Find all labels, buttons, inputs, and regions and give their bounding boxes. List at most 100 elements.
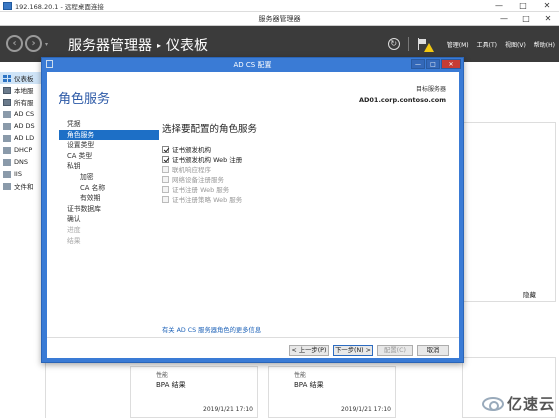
rdp-titlebar: 192.168.20.1 - 远程桌面连接 — □ ✕ xyxy=(0,0,559,12)
role-cert-enrollment-web-service: 证书注册 Web 服务 xyxy=(162,184,242,194)
dialog-titlebar[interactable]: AD CS 配置 — □ ✕ xyxy=(42,58,463,71)
dialog-close-button[interactable]: ✕ xyxy=(441,59,461,69)
adcs-config-dialog: AD CS 配置 — □ ✕ 角色服务 目标服务器 AD01.corp.cont… xyxy=(41,57,464,363)
step-role-services[interactable]: 角色服务 xyxy=(59,129,159,141)
remote-desktop-icon xyxy=(3,1,12,10)
sidebar-item-label: DNS xyxy=(14,158,28,166)
notifications-flag-icon[interactable] xyxy=(417,38,434,52)
target-server: 目标服务器 AD01.corp.contoso.com xyxy=(359,84,446,104)
role-icon xyxy=(3,110,11,118)
checkbox-checked-icon[interactable] xyxy=(162,145,169,153)
step-progress: 进度 xyxy=(67,225,81,234)
back-button[interactable]: ‹ xyxy=(6,35,23,52)
rdp-restore-button[interactable]: □ xyxy=(511,0,535,12)
sidebar-item-dns[interactable]: DNS xyxy=(0,156,45,168)
step-ca-type[interactable]: CA 类型 xyxy=(59,151,159,162)
dialog-window-controls: — □ ✕ xyxy=(411,59,461,69)
sidebar-item-iis[interactable]: IIS xyxy=(0,168,45,180)
role-online-responder: 联机响应程序 xyxy=(162,164,242,174)
dashboard-right-area: 隐藏 xyxy=(462,62,559,418)
role-label: 网络设备注册服务 xyxy=(172,176,224,184)
role-icon xyxy=(3,158,11,166)
watermark-text: 亿速云 xyxy=(506,395,555,413)
sidebar-item-label: 文件和 xyxy=(14,183,34,191)
step-validity-period[interactable]: 有效期 xyxy=(59,193,159,204)
tile-timestamp: 2019/1/21 17:10 xyxy=(203,406,253,413)
rdp-close-button[interactable]: ✕ xyxy=(535,0,559,12)
sm-maximize-button[interactable]: □ xyxy=(515,12,537,26)
previous-button[interactable]: < 上一步(P) xyxy=(289,345,329,356)
next-button[interactable]: 下一步(N) > xyxy=(333,345,373,356)
sidebar-item-ad-ds[interactable]: AD DS xyxy=(0,120,45,132)
role-label: 证书颁发机构 Web 注册 xyxy=(172,156,243,164)
sidebar-item-dashboard[interactable]: 仪表板 xyxy=(0,72,45,84)
sidebar-item-ad-cs[interactable]: AD CS xyxy=(0,108,45,120)
step-results: 结果 xyxy=(67,236,81,245)
step-credentials[interactable]: 凭据 xyxy=(59,119,159,130)
sidebar-item-label: 本地服 xyxy=(14,87,34,95)
step-certificate-database[interactable]: 证书数据库 xyxy=(59,204,159,215)
dialog-body: 角色服务 目标服务器 AD01.corp.contoso.com 凭据 角色服务… xyxy=(47,72,459,358)
yisu-logo-icon xyxy=(481,396,504,411)
hide-link[interactable]: 隐藏 xyxy=(523,289,536,299)
server-manager-window-controls: — □ ✕ xyxy=(493,12,559,26)
step-cryptography[interactable]: 加密 xyxy=(59,172,159,183)
sidebar: 仪表板 本地服 所有服 AD CS AD DS AD LD DHCP DNS I… xyxy=(0,62,46,418)
server-icon xyxy=(3,86,11,94)
checkbox-disabled-icon xyxy=(162,165,169,173)
dialog-minimize-button[interactable]: — xyxy=(411,59,425,69)
cancel-button[interactable]: 取消 xyxy=(417,345,449,356)
menu-manage[interactable]: 管理(M) xyxy=(447,40,469,49)
warning-icon xyxy=(423,43,434,52)
sidebar-item-label: 仪表板 xyxy=(14,75,34,83)
menu-view[interactable]: 视图(V) xyxy=(505,40,526,49)
sidebar-item-dhcp[interactable]: DHCP xyxy=(0,144,45,156)
more-info-link[interactable]: 有关 AD CS 服务器角色的更多信息 xyxy=(162,325,261,334)
step-confirmation[interactable]: 确认 xyxy=(59,214,159,225)
target-server-name: AD01.corp.contoso.com xyxy=(358,96,446,104)
tile-bpa-results[interactable]: BPA 结果 xyxy=(156,380,186,390)
role-icon xyxy=(3,170,11,178)
history-dropdown-icon[interactable]: ▾ xyxy=(45,41,48,48)
sidebar-item-label: 所有服 xyxy=(14,99,34,107)
breadcrumb: 服务器管理器 ▸ 仪表板 xyxy=(68,35,208,55)
server-manager-title: 服务器管理器 xyxy=(258,15,301,23)
sm-minimize-button[interactable]: — xyxy=(493,12,515,26)
checkbox-disabled-icon xyxy=(162,185,169,193)
configure-button: 配置(C) xyxy=(377,345,413,356)
sidebar-item-label: AD DS xyxy=(14,122,35,130)
step-ca-name[interactable]: CA 名称 xyxy=(59,183,159,194)
step-setup-type[interactable]: 设置类型 xyxy=(59,140,159,151)
tile-performance[interactable]: 性能 xyxy=(294,370,306,379)
checkbox-checked-icon[interactable] xyxy=(162,155,169,163)
forward-button[interactable]: › xyxy=(25,35,42,52)
menu-tools[interactable]: 工具(T) xyxy=(477,40,497,49)
role-ndes: 网络设备注册服务 xyxy=(162,174,242,184)
sm-close-button[interactable]: ✕ xyxy=(537,12,559,26)
role-icon xyxy=(3,122,11,130)
refresh-icon[interactable]: ↻ xyxy=(387,38,400,50)
watermark: 亿速云 xyxy=(481,393,555,414)
tile-performance[interactable]: 性能 xyxy=(156,370,168,379)
role-certification-authority[interactable]: 证书颁发机构 xyxy=(162,144,242,154)
breadcrumb-separator-icon: ▸ xyxy=(157,40,162,50)
section-title: 选择要配置的角色服务 xyxy=(162,124,258,135)
sidebar-item-ad-lds[interactable]: AD LD xyxy=(0,132,45,144)
sidebar-item-label: IIS xyxy=(14,170,22,178)
header-menu: ↻ 管理(M) 工具(T) 视图(V) 帮助(H) xyxy=(387,36,555,52)
role-icon xyxy=(3,146,11,154)
role-ca-web-enrollment[interactable]: 证书颁发机构 Web 注册 xyxy=(162,154,242,164)
menu-help[interactable]: 帮助(H) xyxy=(534,40,555,49)
rdp-minimize-button[interactable]: — xyxy=(487,0,511,12)
dashboard-tile: 性能 BPA 结果 2019/1/21 17:10 xyxy=(268,366,396,418)
dialog-maximize-button[interactable]: □ xyxy=(426,59,440,69)
role-icon xyxy=(3,134,11,142)
page-title: 角色服务 xyxy=(58,92,111,107)
sidebar-item-all-servers[interactable]: 所有服 xyxy=(0,96,45,108)
target-server-label: 目标服务器 xyxy=(415,86,446,93)
sidebar-item-file-services[interactable]: 文件和 xyxy=(0,180,45,192)
tile-bpa-results[interactable]: BPA 结果 xyxy=(294,380,324,390)
sidebar-item-local-server[interactable]: 本地服 xyxy=(0,84,45,96)
step-private-key[interactable]: 私钥 xyxy=(59,161,159,172)
role-cert-enrollment-policy-web-service: 证书注册策略 Web 服务 xyxy=(162,194,242,204)
